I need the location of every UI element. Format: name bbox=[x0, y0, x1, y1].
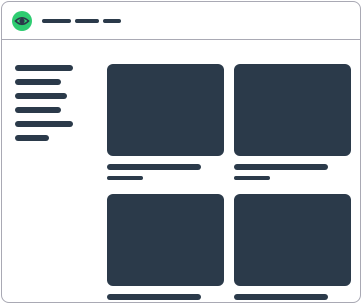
card-title bbox=[234, 164, 328, 170]
eye-icon[interactable] bbox=[12, 11, 32, 31]
sidebar-item-3[interactable] bbox=[15, 93, 67, 99]
card-title bbox=[107, 164, 201, 170]
sidebar-item-1[interactable] bbox=[15, 65, 73, 71]
card-thumbnail[interactable] bbox=[107, 64, 224, 156]
header-bar bbox=[2, 2, 360, 40]
card-thumbnail[interactable] bbox=[107, 194, 224, 286]
card-meta bbox=[234, 176, 270, 180]
sidebar-item-5[interactable] bbox=[15, 121, 73, 127]
card-meta bbox=[107, 176, 143, 180]
nav-item-2[interactable] bbox=[75, 19, 99, 23]
sidebar-item-4[interactable] bbox=[15, 107, 61, 113]
card-title bbox=[234, 294, 328, 300]
sidebar-item-6[interactable] bbox=[15, 135, 49, 141]
nav-item-3[interactable] bbox=[103, 19, 121, 23]
nav-item-1[interactable] bbox=[42, 19, 71, 23]
card-thumbnail[interactable] bbox=[234, 194, 351, 286]
app-window bbox=[1, 1, 361, 303]
card-title bbox=[107, 294, 201, 300]
card-thumbnail[interactable] bbox=[234, 64, 351, 156]
sidebar-item-2[interactable] bbox=[15, 79, 61, 85]
